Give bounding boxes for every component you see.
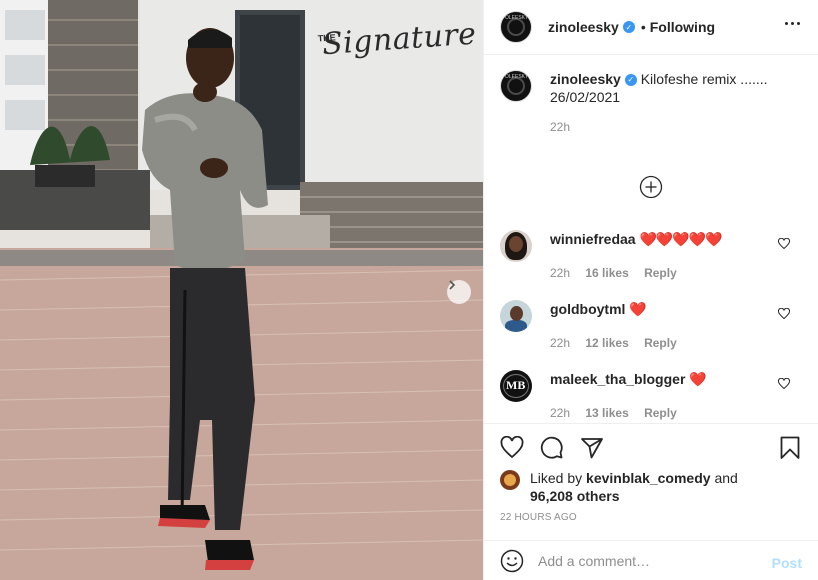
- reply-button[interactable]: Reply: [644, 266, 677, 280]
- commenter-avatar[interactable]: [500, 230, 532, 262]
- like-comment-heart-icon[interactable]: [778, 308, 790, 320]
- more-options-icon[interactable]: [785, 22, 800, 25]
- comment-likes[interactable]: 16 likes: [585, 266, 628, 280]
- comment-item: goldboytml ❤️ 22h 12 likes Reply: [484, 300, 818, 370]
- comment-time[interactable]: 22h: [550, 266, 570, 280]
- reply-button[interactable]: Reply: [644, 336, 677, 350]
- liked-by-summary: Liked by kevinblak_comedy and 96,208 oth…: [500, 469, 738, 505]
- author-avatar[interactable]: OLEESKY: [500, 11, 532, 43]
- caption-username[interactable]: zinoleesky: [550, 71, 621, 87]
- comment-text: ❤️❤️❤️❤️❤️: [639, 231, 722, 247]
- comments-scroll-area[interactable]: OLEESKY zinoleesky ✓ Kilofeshe remix ....…: [484, 70, 818, 426]
- comment-item: MB maleek_tha_blogger ❤️ 22h 13 likes Re…: [484, 370, 818, 426]
- comment-body: goldboytml ❤️ 22h 12 likes Reply: [550, 300, 677, 370]
- comment-time[interactable]: 22h: [550, 406, 570, 420]
- chevron-right-icon: [449, 280, 456, 290]
- comment-time[interactable]: 22h: [550, 336, 570, 350]
- next-photo-button[interactable]: [447, 280, 471, 304]
- add-comment-bar: Post: [484, 540, 818, 580]
- avatar-text: MB: [506, 378, 526, 392]
- comment-item: winniefredaa ❤️❤️❤️❤️❤️ 22h 16 likes Rep…: [484, 230, 818, 300]
- commenter-avatar[interactable]: MB: [500, 370, 532, 402]
- liked-by-text: Liked by kevinblak_comedy and 96,208 oth…: [530, 469, 738, 505]
- commenter-username[interactable]: goldboytml: [550, 301, 625, 317]
- caption-body: zinoleesky ✓ Kilofeshe remix ....... 26/0…: [550, 70, 780, 170]
- avatar-text: OLEESKY: [505, 15, 529, 21]
- share-paper-plane-icon[interactable]: [580, 436, 604, 460]
- post-action-bar: [484, 423, 818, 463]
- following-button[interactable]: Following: [650, 19, 715, 35]
- like-comment-heart-icon[interactable]: [778, 378, 790, 390]
- comments-list: winniefredaa ❤️❤️❤️❤️❤️ 22h 16 likes Rep…: [484, 230, 818, 426]
- author-username[interactable]: zinoleesky: [548, 19, 619, 35]
- caption-meta: 22h: [550, 118, 780, 136]
- post-photo[interactable]: THE Signature: [0, 0, 483, 580]
- liked-by-and: and: [714, 470, 738, 486]
- comment-text: ❤️: [629, 301, 646, 317]
- comment-body: winniefredaa ❤️❤️❤️❤️❤️ 22h 16 likes Rep…: [550, 230, 723, 300]
- commenter-username[interactable]: winniefredaa: [550, 231, 636, 247]
- comment-likes[interactable]: 13 likes: [585, 406, 628, 420]
- verified-badge-icon: ✓: [624, 74, 637, 87]
- photo-scene: [0, 0, 483, 580]
- like-heart-icon[interactable]: [500, 436, 524, 460]
- post-timestamp[interactable]: 22 HOURS AGO: [500, 512, 577, 523]
- commenter-avatar[interactable]: [500, 300, 532, 332]
- comment-bubble-icon[interactable]: [540, 436, 564, 460]
- comment-meta: 22h 13 likes Reply: [550, 404, 706, 422]
- liker-username[interactable]: kevinblak_comedy: [586, 470, 711, 486]
- emoji-smiley-icon[interactable]: [500, 549, 524, 573]
- comment-body: maleek_tha_blogger ❤️ 22h 13 likes Reply: [550, 370, 707, 426]
- comment-text: ❤️: [689, 371, 706, 387]
- caption-time[interactable]: 22h: [550, 120, 570, 134]
- separator-dot: •: [640, 19, 646, 35]
- save-bookmark-icon[interactable]: [778, 436, 802, 460]
- commenter-username[interactable]: maleek_tha_blogger: [550, 371, 685, 387]
- comment-meta: 22h 16 likes Reply: [550, 264, 722, 282]
- likes-count[interactable]: 96,208 others: [530, 488, 620, 504]
- plus-circle-icon[interactable]: [639, 175, 663, 199]
- verified-badge-icon: ✓: [622, 21, 635, 33]
- liker-avatar[interactable]: [500, 470, 520, 490]
- post-comment-button[interactable]: Post: [772, 555, 802, 571]
- caption-author-avatar[interactable]: OLEESKY: [500, 70, 532, 102]
- sign-prefix: THE: [317, 32, 337, 44]
- comment-meta: 22h 12 likes Reply: [550, 334, 677, 352]
- comment-input[interactable]: [538, 552, 758, 569]
- liked-by-prefix: Liked by: [530, 470, 583, 486]
- post-side-panel: OLEESKY zinoleesky ✓ • Following OLEESKY…: [483, 0, 818, 580]
- avatar-text: OLEESKY: [505, 74, 529, 80]
- like-comment-heart-icon[interactable]: [778, 238, 790, 250]
- post-header: OLEESKY zinoleesky ✓ • Following: [484, 0, 818, 55]
- comment-likes[interactable]: 12 likes: [585, 336, 628, 350]
- reply-button[interactable]: Reply: [644, 406, 677, 420]
- caption-row: OLEESKY zinoleesky ✓ Kilofeshe remix ....…: [484, 70, 818, 170]
